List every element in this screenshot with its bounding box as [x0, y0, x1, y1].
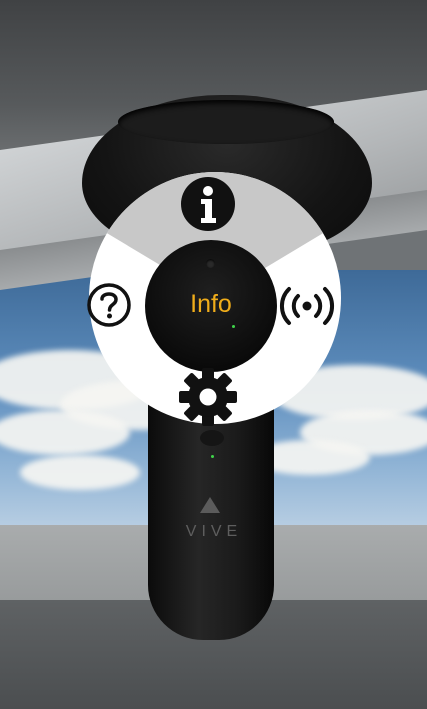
gear-icon[interactable]: [177, 366, 239, 428]
trackpad-indicator: [206, 259, 215, 268]
controller-ring-opening: [118, 100, 334, 144]
broadcast-icon[interactable]: [276, 283, 338, 329]
selected-item-label: Info: [190, 290, 232, 318]
info-icon[interactable]: [180, 176, 236, 232]
controller-status-led: [211, 455, 214, 458]
controller-brand-text: VIVE: [185, 523, 243, 540]
vive-logo-icon: [200, 497, 220, 513]
question-mark-icon[interactable]: [86, 282, 132, 328]
center-status-led: [232, 325, 235, 328]
controller-menu-button[interactable]: [200, 430, 224, 446]
